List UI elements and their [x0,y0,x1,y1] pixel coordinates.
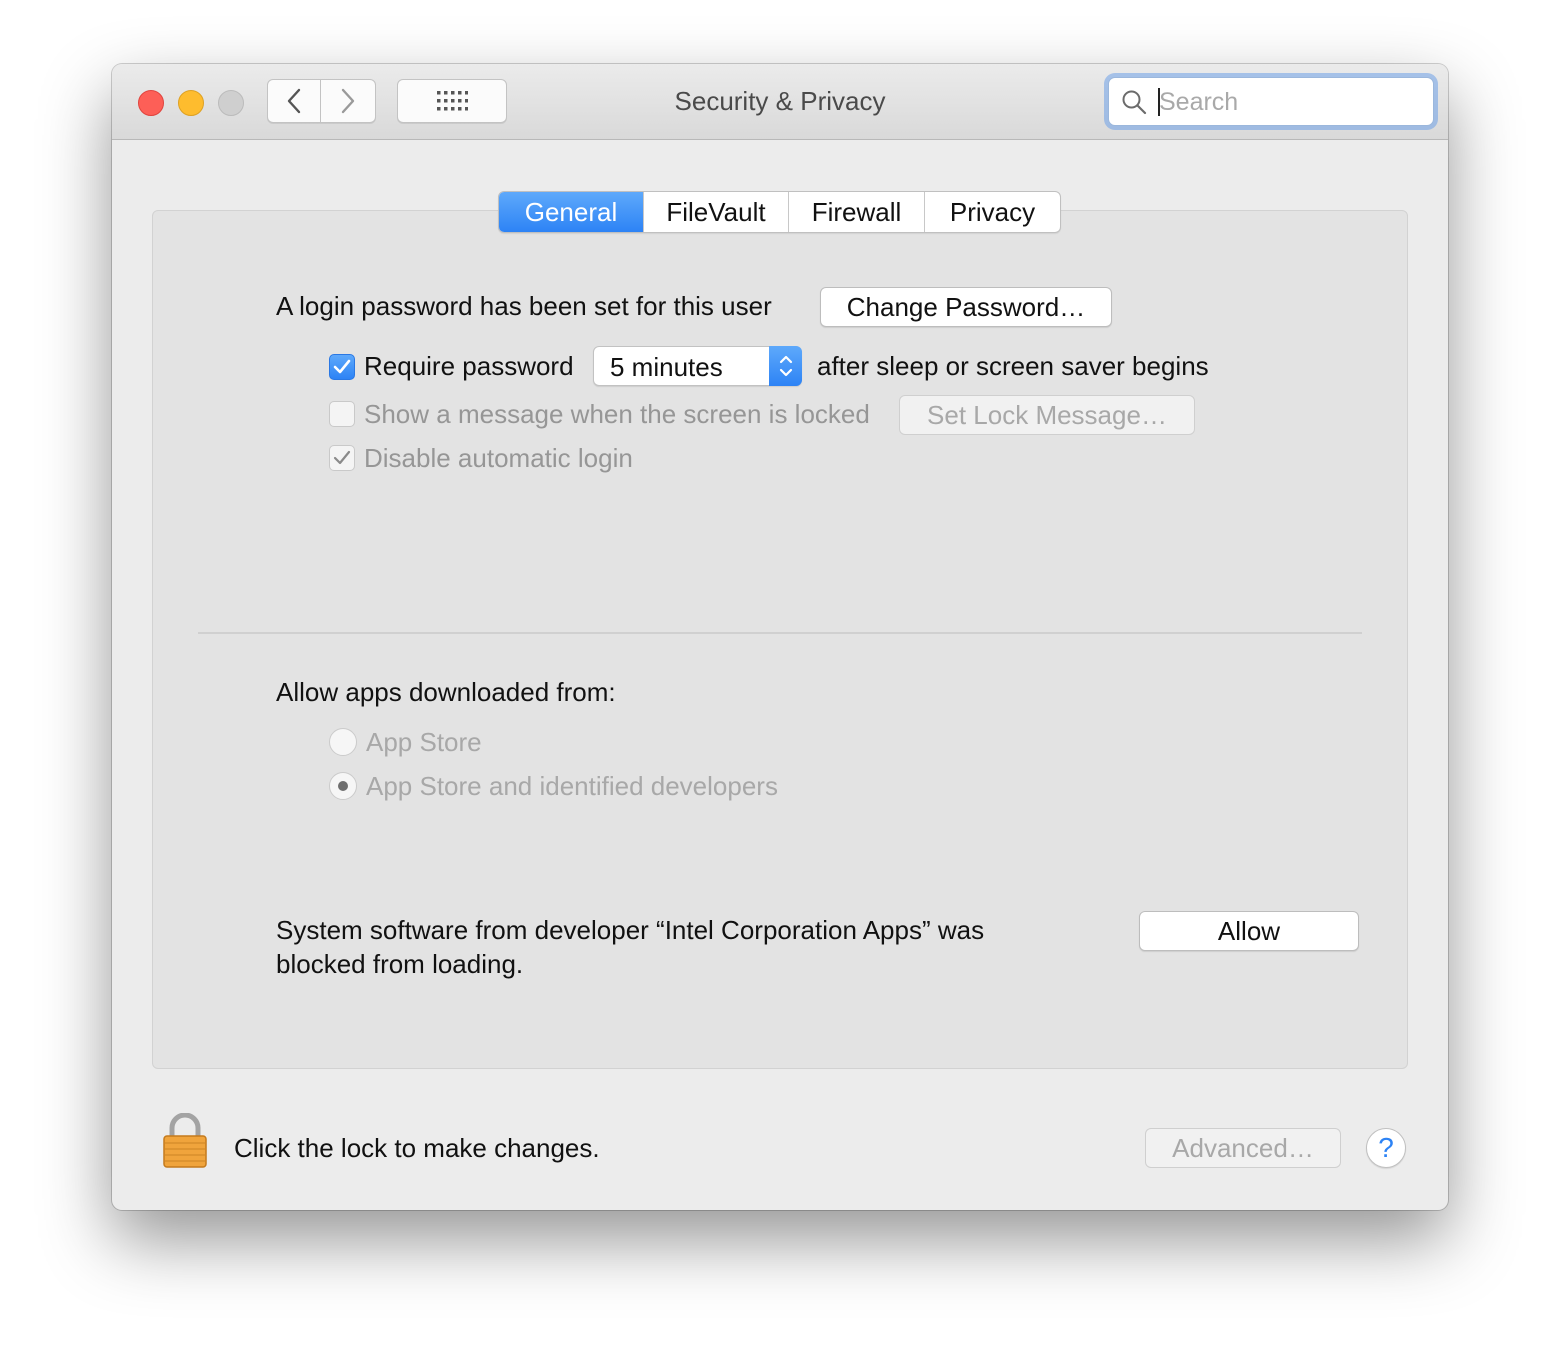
disable-auto-login-checkbox[interactable] [329,445,355,471]
allow-button[interactable]: Allow [1139,911,1359,951]
search-input[interactable] [1159,84,1419,120]
tab-bar: General FileVault Firewall Privacy [498,191,1061,233]
security-privacy-window: Security & Privacy General FileVault Fir… [112,64,1448,1210]
tab-privacy[interactable]: Privacy [924,192,1060,232]
identified-developers-label: App Store and identified developers [366,771,778,801]
change-password-button[interactable]: Change Password… [820,287,1112,327]
tab-firewall[interactable]: Firewall [788,192,924,232]
after-sleep-text: after sleep or screen saver begins [817,351,1209,381]
title-bar: Security & Privacy [112,64,1448,140]
require-password-delay-popup[interactable]: 5 minutes [593,346,802,386]
require-password-checkbox[interactable] [329,354,355,380]
help-button[interactable]: ? [1366,1128,1406,1168]
require-password-label: Require password [364,351,574,381]
search-field[interactable] [1108,77,1434,126]
radio-selected-dot [338,781,348,791]
lock-icon[interactable] [161,1113,209,1169]
app-store-label: App Store [366,727,482,757]
set-lock-message-button[interactable]: Set Lock Message… [899,395,1195,435]
show-message-label: Show a message when the screen is locked [364,399,870,429]
advanced-button[interactable]: Advanced… [1145,1128,1341,1168]
require-password-delay-value: 5 minutes [610,352,723,382]
blocked-software-line-2: blocked from loading. [276,949,524,979]
disable-auto-login-label: Disable automatic login [364,443,633,473]
identified-developers-radio[interactable] [329,772,357,800]
section-divider [198,632,1362,634]
popup-arrows [769,346,802,386]
allow-apps-heading: Allow apps downloaded from: [276,677,616,707]
blocked-software-line-1: System software from developer “Intel Co… [276,915,985,945]
checkmark-icon [333,359,351,374]
up-down-chevron-icon [779,355,792,377]
checkmark-icon [333,450,351,465]
login-password-text: A login password has been set for this u… [276,291,772,321]
tab-general[interactable]: General [499,192,643,232]
app-store-radio[interactable] [329,728,357,756]
show-message-checkbox[interactable] [329,401,355,427]
search-icon [1122,90,1147,115]
tab-filevault[interactable]: FileVault [643,192,788,232]
lock-status-text: Click the lock to make changes. [234,1133,600,1163]
